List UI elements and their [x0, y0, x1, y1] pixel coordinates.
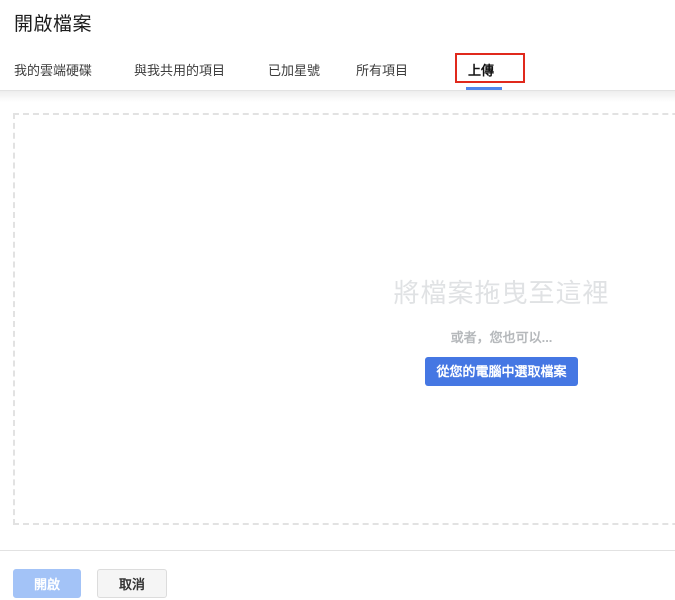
dropzone-headline: 將檔案拖曳至這裡: [15, 273, 675, 310]
select-from-computer-button[interactable]: 從您的電腦中選取檔案: [425, 357, 577, 386]
tab-my-drive[interactable]: 我的雲端硬碟: [14, 60, 92, 79]
tab-bar: 我的雲端硬碟 與我共用的項目 已加星號 所有項目 上傳: [0, 44, 675, 91]
open-button[interactable]: 開啟: [13, 569, 81, 598]
cancel-button[interactable]: 取消: [97, 569, 167, 598]
tabbar-shadow: [0, 91, 675, 102]
footer-divider: [0, 550, 675, 551]
dropzone-subtext: 或者，您也可以...: [15, 327, 675, 346]
tab-all-items[interactable]: 所有項目: [356, 60, 408, 79]
tab-shared-with-me[interactable]: 與我共用的項目: [134, 60, 225, 79]
dropzone-content: 將檔案拖曳至這裡 或者，您也可以... 從您的電腦中選取檔案: [15, 273, 675, 386]
active-tab-underline: [466, 87, 502, 90]
page-title: 開啟檔案: [14, 9, 92, 36]
upload-dropzone[interactable]: 將檔案拖曳至這裡 或者，您也可以... 從您的電腦中選取檔案: [13, 113, 675, 525]
tab-starred[interactable]: 已加星號: [268, 60, 320, 79]
tab-upload[interactable]: 上傳: [468, 60, 494, 79]
